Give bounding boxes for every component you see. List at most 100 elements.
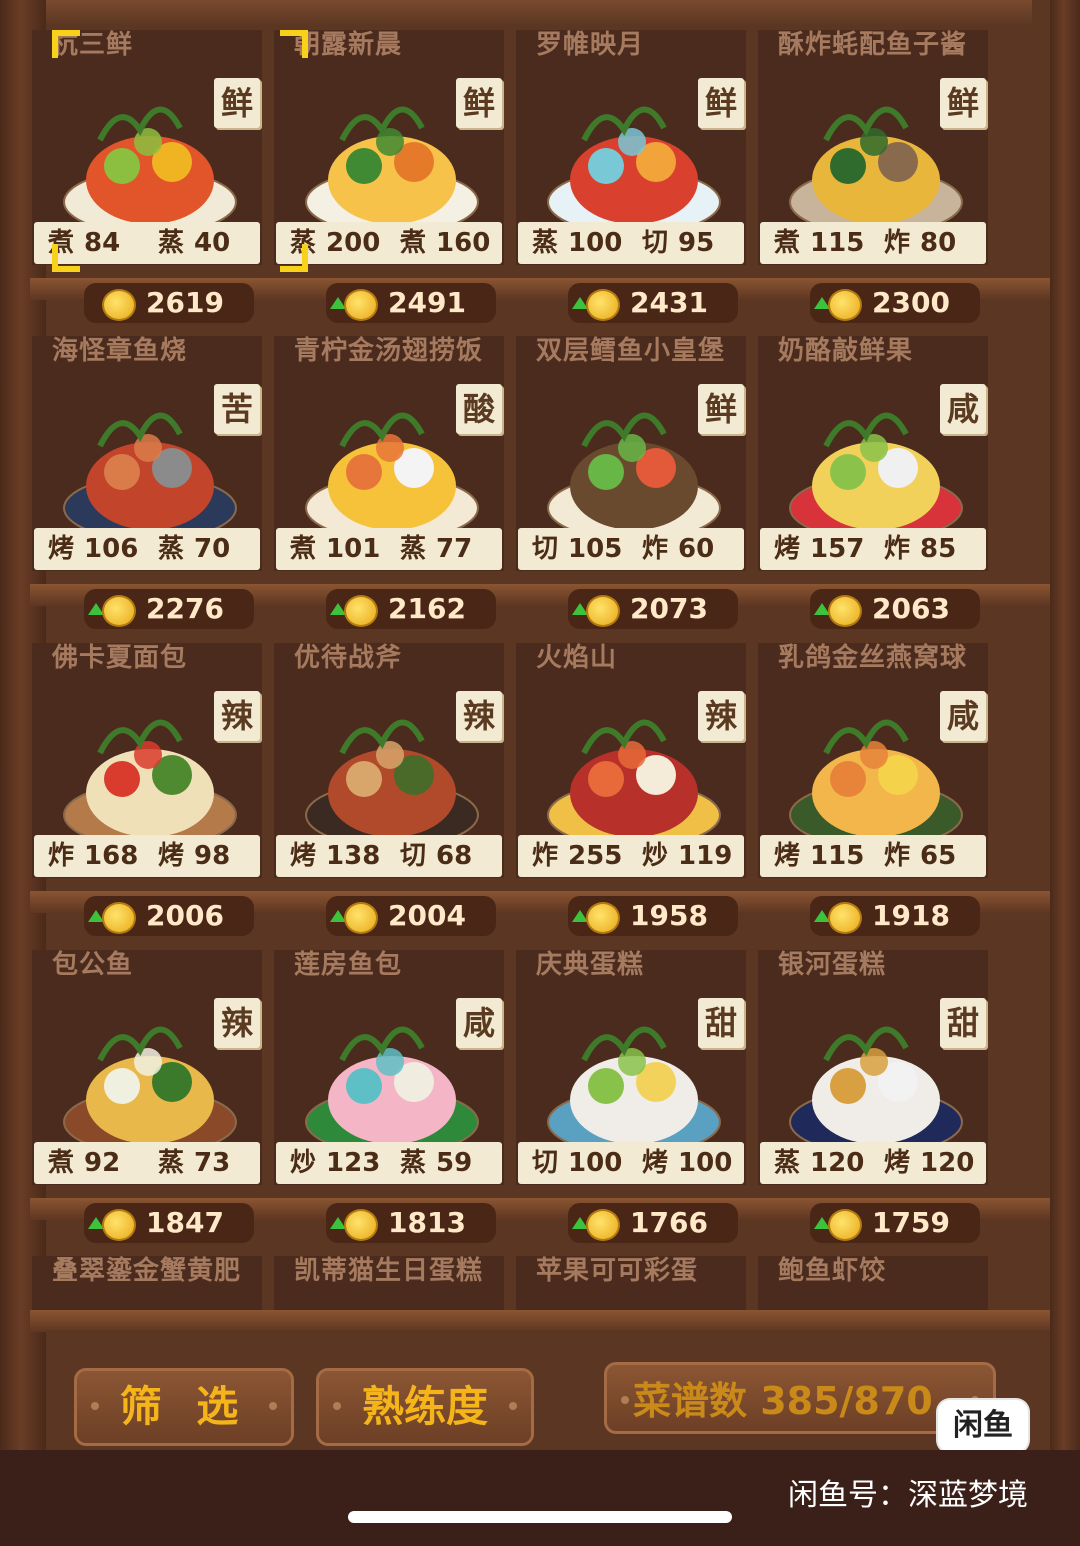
coin-icon <box>586 595 620 627</box>
dish-image <box>544 376 724 546</box>
skill-2: 蒸 70 <box>158 534 231 564</box>
skill-requirements: 烤 138 切 68 <box>276 835 502 877</box>
coin-icon <box>586 902 620 934</box>
dish-name: 杭三鲜 <box>52 30 134 60</box>
recipe-card[interactable]: 包公鱼 辣 煮 92 蒸 73 1847 <box>32 950 262 1250</box>
dish-name: 叠翠鎏金蟹黄肥 <box>52 1256 242 1286</box>
skill-requirements: 蒸 200 煮 160 <box>276 222 502 264</box>
skill-1: 煮 115 <box>774 228 865 258</box>
dish-name: 罗帷映月 <box>536 30 645 60</box>
skill-requirements: 炸 255 炒 119 <box>518 835 744 877</box>
coin-icon <box>102 1209 136 1241</box>
dish-price: 1766 <box>630 1206 708 1239</box>
price-pill: 1766 <box>568 1203 738 1243</box>
skill-requirements: 切 100 烤 100 <box>518 1142 744 1184</box>
recipe-card[interactable]: 奶酪敲鲜果 咸 烤 157 炸 85 2063 <box>758 336 988 636</box>
skill-requirements: 切 105 炸 60 <box>518 528 744 570</box>
taste-badge: 咸 <box>456 998 502 1048</box>
skill-2: 烤 120 <box>884 1148 975 1178</box>
home-indicator[interactable] <box>348 1511 732 1523</box>
dish-image <box>786 990 966 1160</box>
skill-1: 炸 255 <box>532 841 623 871</box>
recipe-card-partial[interactable]: 凯蒂猫生日蛋糕 <box>274 1256 504 1310</box>
skill-1: 烤 138 <box>290 841 381 871</box>
recipe-card[interactable]: 乳鸽金丝燕窝球 咸 烤 115 炸 65 1918 <box>758 643 988 943</box>
dish-image <box>544 683 724 853</box>
recipe-card[interactable]: 庆典蛋糕 甜 切 100 烤 100 1766 <box>516 950 746 1250</box>
skill-1: 煮 92 <box>48 1148 121 1178</box>
recipe-card-partial[interactable]: 苹果可可彩蛋 <box>516 1256 746 1310</box>
recipe-card[interactable]: 优待战斧 辣 烤 138 切 68 2004 <box>274 643 504 943</box>
skill-requirements: 烤 157 炸 85 <box>760 528 986 570</box>
dish-name: 鲍鱼虾饺 <box>778 1256 887 1286</box>
shelf-frame-right <box>1050 0 1080 1450</box>
dish-name: 佛卡夏面包 <box>52 643 188 673</box>
recipe-card-partial[interactable]: 鲍鱼虾饺 <box>758 1256 988 1310</box>
skill-1: 炸 168 <box>48 841 139 871</box>
price-pill: 1813 <box>326 1203 496 1243</box>
recipe-card[interactable]: 双层鳕鱼小皇堡 鲜 切 105 炸 60 2073 <box>516 336 746 636</box>
skill-1: 蒸 100 <box>532 228 623 258</box>
dish-price: 2619 <box>146 286 224 319</box>
dish-price: 1918 <box>872 899 950 932</box>
recipe-card[interactable]: 佛卡夏面包 辣 炸 168 烤 98 2006 <box>32 643 262 943</box>
taste-badge: 甜 <box>940 998 986 1048</box>
dish-name: 乳鸽金丝燕窝球 <box>778 643 968 673</box>
selection-frame-corner <box>280 244 308 272</box>
dish-name: 苹果可可彩蛋 <box>536 1256 699 1286</box>
skill-requirements: 蒸 100 切 95 <box>518 222 744 264</box>
taste-badge: 辣 <box>214 691 260 741</box>
taste-badge: 辣 <box>456 691 502 741</box>
skill-1: 烤 115 <box>774 841 865 871</box>
coin-icon <box>828 595 862 627</box>
skill-1: 煮 101 <box>290 534 381 564</box>
dish-name: 火焰山 <box>536 643 618 673</box>
recipe-card[interactable]: 罗帷映月 鲜 蒸 100 切 95 2431 <box>516 30 746 330</box>
recipe-card[interactable]: 火焰山 辣 炸 255 炒 119 1958 <box>516 643 746 943</box>
taste-badge: 咸 <box>940 384 986 434</box>
price-pill: 2619 <box>84 283 254 323</box>
skill-2: 蒸 59 <box>400 1148 473 1178</box>
skill-requirements: 蒸 120 烤 120 <box>760 1142 986 1184</box>
coin-icon <box>102 289 136 321</box>
dish-name: 优待战斧 <box>294 643 403 673</box>
skill-2: 烤 98 <box>158 841 231 871</box>
recipe-card[interactable]: 银河蛋糕 甜 蒸 120 烤 120 1759 <box>758 950 988 1250</box>
proficiency-button[interactable]: 熟练度 <box>316 1368 534 1446</box>
skill-2: 蒸 73 <box>158 1148 231 1178</box>
dish-image <box>302 683 482 853</box>
skill-1: 烤 106 <box>48 534 139 564</box>
skill-1: 炒 123 <box>290 1148 381 1178</box>
recipe-card[interactable]: 朝露新晨 鲜 蒸 200 煮 160 2491 <box>274 30 504 330</box>
coin-icon <box>102 595 136 627</box>
skill-requirements: 烤 106 蒸 70 <box>34 528 260 570</box>
taste-badge: 酸 <box>456 384 502 434</box>
taste-badge: 鲜 <box>698 78 744 128</box>
shelf-board <box>30 1310 1050 1332</box>
skill-2: 切 95 <box>642 228 715 258</box>
recipe-card[interactable]: 酥炸蚝配鱼子酱 鲜 煮 115 炸 80 2300 <box>758 30 988 330</box>
shelf-top <box>46 0 1032 26</box>
recipe-card[interactable]: 莲房鱼包 咸 炒 123 蒸 59 1813 <box>274 950 504 1250</box>
coin-icon <box>586 1209 620 1241</box>
xianyu-logo: 闲鱼 <box>938 1400 1028 1452</box>
skill-1: 切 100 <box>532 1148 623 1178</box>
dish-image <box>302 70 482 240</box>
dish-name: 银河蛋糕 <box>778 950 887 980</box>
dish-price: 1813 <box>388 1206 466 1239</box>
coin-icon <box>828 1209 862 1241</box>
coin-icon <box>828 289 862 321</box>
price-pill: 2276 <box>84 589 254 629</box>
selection-frame-corner <box>280 30 308 58</box>
recipe-card[interactable]: 杭三鲜 鲜 煮 84 蒸 40 2619 <box>32 30 262 330</box>
recipe-card-partial[interactable]: 叠翠鎏金蟹黄肥 <box>32 1256 262 1310</box>
taste-badge: 鲜 <box>456 78 502 128</box>
watermark-text: 闲鱼号：深蓝梦境 <box>788 1478 1028 1513</box>
skill-requirements: 煮 101 蒸 77 <box>276 528 502 570</box>
coin-icon <box>102 902 136 934</box>
skill-2: 炒 119 <box>642 841 733 871</box>
recipe-card[interactable]: 海怪章鱼烧 苦 烤 106 蒸 70 2276 <box>32 336 262 636</box>
taste-badge: 鲜 <box>214 78 260 128</box>
recipe-card[interactable]: 青柠金汤翅捞饭 酸 煮 101 蒸 77 2162 <box>274 336 504 636</box>
filter-button[interactable]: 筛 选 <box>74 1368 294 1446</box>
